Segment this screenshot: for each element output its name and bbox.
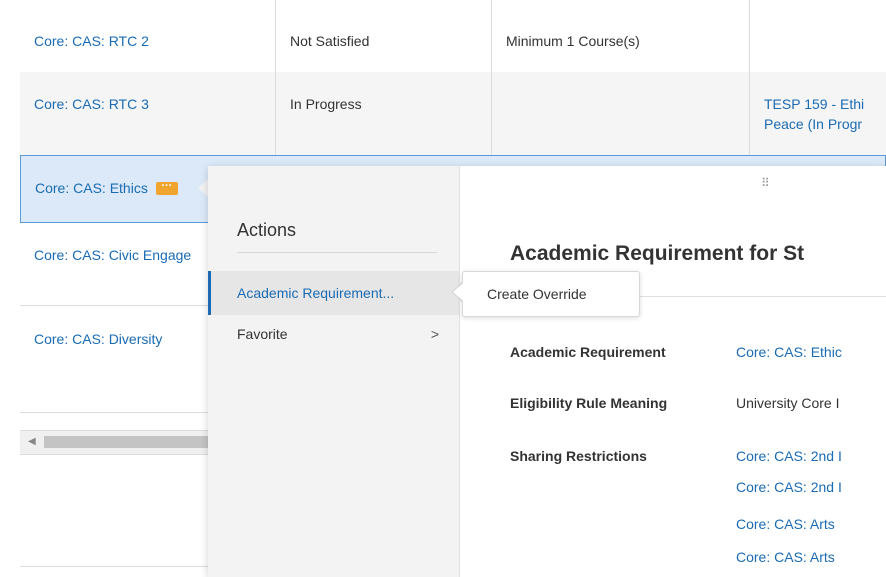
table-row: Core: CAS: RTC 3 In Progress TESP 159 - …	[20, 72, 886, 156]
detail-panel: ⠿ Academic Requirement for St Academic R…	[459, 166, 886, 577]
create-override-item[interactable]: Create Override	[487, 286, 587, 302]
condition-text: Minimum 1 Course(s)	[506, 33, 640, 49]
field-value-link[interactable]: Core: CAS: Arts	[736, 549, 835, 565]
table-row: Core: CAS: RTC 2 Not Satisfied Minimum 1…	[20, 0, 886, 73]
status-cell: Not Satisfied	[276, 0, 492, 72]
field-value-link[interactable]: Core: CAS: 2nd I	[736, 479, 842, 495]
requirement-link[interactable]: Core: CAS: Civic Engage	[34, 247, 191, 263]
chevron-right-icon: >	[430, 326, 439, 342]
actions-title: Actions	[237, 220, 297, 240]
menu-item-label: Favorite	[237, 326, 288, 342]
requirement-cell: Core: CAS: RTC 2	[20, 0, 276, 72]
menu-item-academic-requirement[interactable]: Academic Requirement...	[208, 271, 459, 315]
submenu-pointer-fill	[453, 283, 463, 301]
related-actions-icon[interactable]: ···	[155, 180, 178, 195]
status-text: Not Satisfied	[290, 33, 370, 49]
scroll-left-icon[interactable]: ◀	[28, 436, 36, 447]
requirement-link[interactable]: Core: CAS: Diversity	[34, 331, 162, 347]
scrollbar-thumb[interactable]	[44, 436, 208, 448]
field-value-link[interactable]: Core: CAS: Ethic	[736, 344, 842, 360]
status-cell: In Progress	[276, 72, 492, 155]
related-actions-popup: Actions Academic Requirement... Favorite…	[208, 166, 886, 577]
field-value: University Core I	[736, 395, 840, 411]
status-text: In Progress	[290, 96, 362, 112]
requirement-link[interactable]: Core: CAS: RTC 2	[34, 33, 149, 49]
field-label: Eligibility Rule Meaning	[510, 395, 668, 411]
field-value-link[interactable]: Core: CAS: Arts	[736, 516, 835, 532]
courses-cell	[750, 0, 886, 72]
field-value-link[interactable]: Core: CAS: 2nd I	[736, 448, 842, 464]
requirement-link[interactable]: Core: CAS: RTC 3	[34, 96, 149, 112]
detail-title: Academic Requirement for St	[510, 242, 805, 265]
field-label: Academic Requirement	[510, 344, 666, 360]
horizontal-scrollbar[interactable]: ◀	[20, 430, 208, 455]
drag-handle-icon[interactable]: ⠿	[761, 176, 771, 190]
divider	[20, 566, 208, 567]
menu-item-favorite[interactable]: Favorite >	[208, 312, 459, 356]
condition-cell	[492, 72, 750, 155]
requirement-link[interactable]: Core: CAS: Ethics	[35, 180, 148, 196]
field-label: Sharing Restrictions	[510, 448, 647, 464]
course-link[interactable]: TESP 159 - Ethi Peace (In Progr	[764, 94, 884, 134]
condition-cell: Minimum 1 Course(s)	[492, 0, 750, 72]
courses-cell: TESP 159 - Ethi Peace (In Progr	[750, 72, 886, 155]
actions-panel: Actions Academic Requirement... Favorite…	[208, 166, 460, 577]
requirement-cell: Core: CAS: RTC 3	[20, 72, 276, 155]
menu-item-label: Academic Requirement...	[237, 285, 395, 301]
requirement-cell-content: Core: CAS: Ethics ···	[35, 180, 178, 196]
divider	[237, 252, 437, 253]
create-override-submenu[interactable]: Create Override	[462, 271, 640, 317]
